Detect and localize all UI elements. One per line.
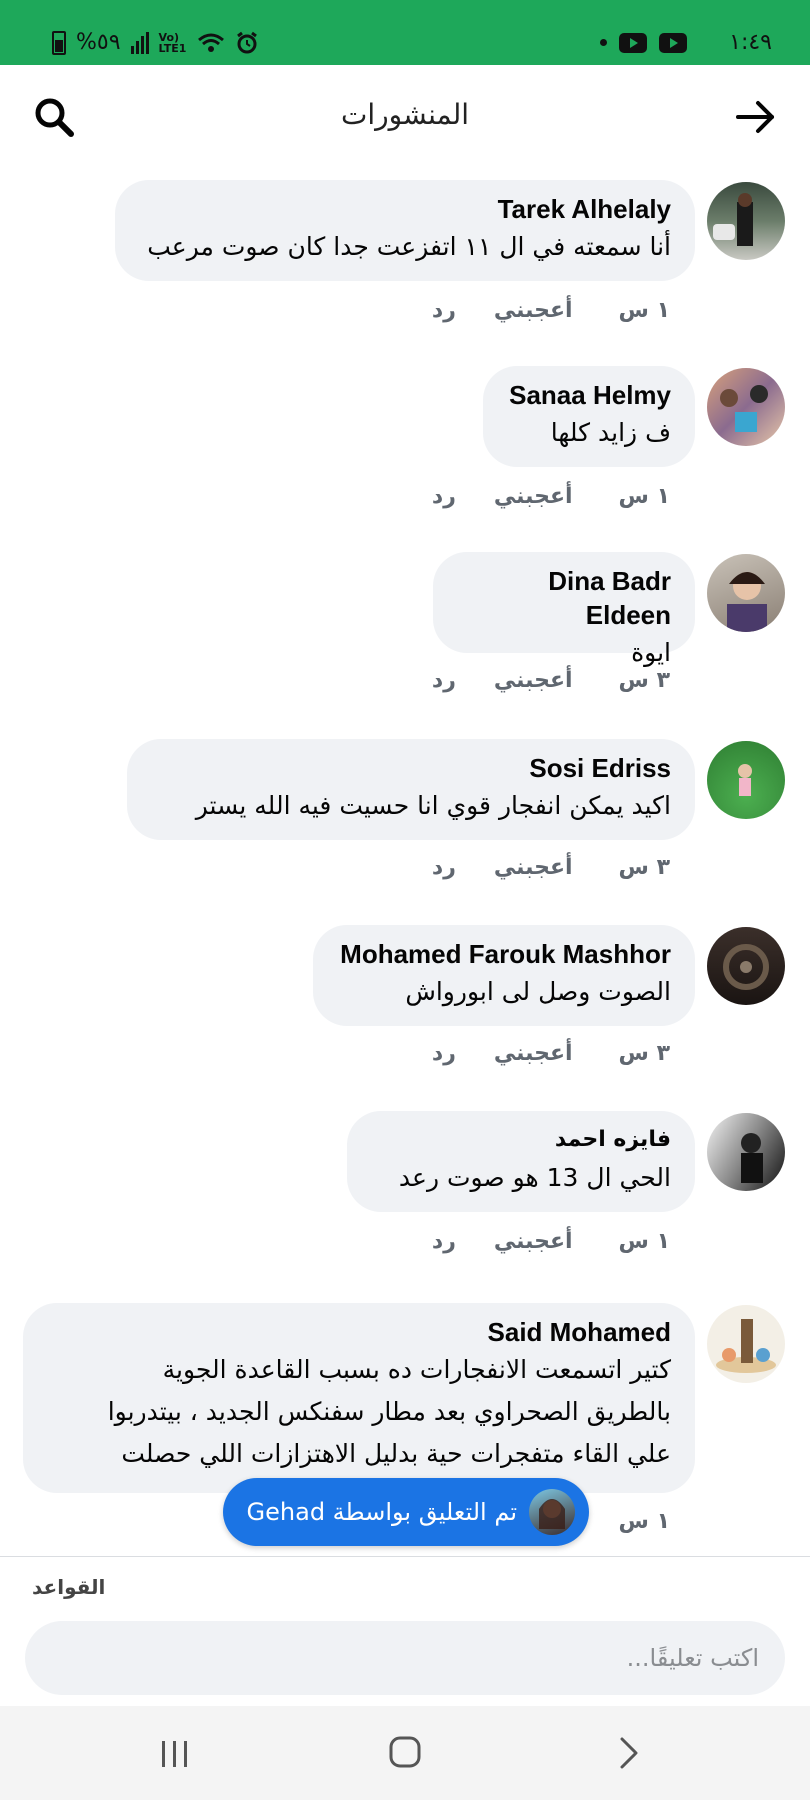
app-header: المنشورات bbox=[0, 65, 810, 170]
comment-bubble[interactable]: Said Mohamed كتير اتسمعت الانفجارات ده ب… bbox=[23, 1303, 695, 1493]
battery-level: %٥٩ bbox=[76, 30, 121, 55]
comment-bubble[interactable]: فايزه احمد الحي ال 13 هو صوت رعد bbox=[347, 1111, 695, 1212]
avatar[interactable] bbox=[707, 182, 785, 260]
comment-actions: ١ س أعجبني رد bbox=[432, 298, 670, 323]
like-button[interactable]: أعجبني bbox=[494, 484, 573, 509]
wifi-icon bbox=[197, 33, 224, 52]
battery-icon bbox=[52, 30, 66, 55]
avatar[interactable] bbox=[707, 1305, 785, 1383]
comment-time: ٣ س bbox=[618, 855, 670, 880]
comment-bubble[interactable]: Tarek Alhelaly أنا سمعته في ال ١١ اتفزعت… bbox=[115, 180, 695, 281]
like-button[interactable]: أعجبني bbox=[494, 1041, 573, 1066]
status-left: %٥٩ Vo) LTE1 bbox=[52, 30, 259, 55]
comment-author[interactable]: Dina Badr Eldeen bbox=[457, 564, 671, 632]
reply-button[interactable]: رد bbox=[432, 298, 456, 323]
notification-dot-icon bbox=[600, 39, 608, 46]
avatar[interactable] bbox=[707, 554, 785, 632]
comment-author[interactable]: Mohamed Farouk Mashhor bbox=[337, 937, 671, 971]
comment-time: ١ س bbox=[618, 1509, 670, 1534]
comment-text: ف زايد كلها bbox=[550, 418, 671, 447]
comment-text-line: علي القاء متفجرات حية بدليل الاهتزازات ا… bbox=[121, 1439, 671, 1468]
comment-actions: ١ س أعجبني رد bbox=[432, 484, 670, 509]
like-button[interactable]: أعجبني bbox=[494, 668, 573, 693]
comment-time: ٣ س bbox=[618, 668, 670, 693]
comment-time: ١ س bbox=[618, 1229, 670, 1254]
comment-actions: ٣ س أعجبني رد bbox=[432, 1041, 670, 1066]
reply-button[interactable]: رد bbox=[432, 1041, 456, 1066]
reply-button[interactable]: رد bbox=[432, 668, 456, 693]
arrow-right-icon[interactable] bbox=[734, 95, 778, 139]
comment-time: ٣ س bbox=[618, 1041, 670, 1066]
comment-text: أنا سمعته في ال ١١ اتفزعت جدا كان صوت مر… bbox=[147, 232, 671, 261]
home-icon[interactable] bbox=[380, 1731, 430, 1775]
signal-icon bbox=[130, 31, 149, 54]
youtube-icon bbox=[619, 32, 648, 53]
comment-author[interactable]: Tarek Alhelaly bbox=[139, 192, 671, 226]
comment-bubble[interactable]: Mohamed Farouk Mashhor الصوت وصل لى ابور… bbox=[313, 925, 695, 1026]
back-chevron-icon[interactable] bbox=[604, 1731, 654, 1775]
recents-icon[interactable] bbox=[150, 1731, 200, 1775]
clock: ١:٤٩ bbox=[729, 30, 772, 55]
comment-composer: القواعد bbox=[0, 1556, 810, 1707]
reply-button[interactable]: رد bbox=[432, 855, 456, 880]
comment-author[interactable]: Sanaa Helmy bbox=[507, 378, 671, 412]
toast-text: تم التعليق بواسطة Gehad bbox=[246, 1498, 517, 1526]
comment-author[interactable]: فايزه احمد bbox=[371, 1123, 671, 1157]
rules-link[interactable]: القواعد bbox=[32, 1575, 105, 1599]
reply-button[interactable]: رد bbox=[432, 484, 456, 509]
comment-time: ١ س bbox=[618, 298, 670, 323]
commented-by-toast[interactable]: تم التعليق بواسطة Gehad bbox=[223, 1478, 589, 1546]
status-right: ١:٤٩ bbox=[600, 30, 772, 55]
reply-button[interactable]: رد bbox=[432, 1229, 456, 1254]
page-title: المنشورات bbox=[340, 98, 470, 131]
comment-bubble[interactable]: Dina Badr Eldeen ايوة bbox=[433, 552, 695, 667]
status-bar: %٥٩ Vo) LTE1 ١:٤٩ bbox=[0, 0, 810, 65]
comment-text: الحي ال 13 هو صوت رعد bbox=[398, 1163, 671, 1192]
youtube-icon bbox=[659, 32, 688, 53]
comment-author[interactable]: Sosi Edriss bbox=[151, 751, 671, 785]
comment-actions: ٣ س أعجبني رد bbox=[432, 855, 670, 880]
comment-actions: ٣ س أعجبني رد bbox=[432, 668, 670, 693]
alarm-icon bbox=[236, 31, 257, 53]
avatar[interactable] bbox=[707, 1113, 785, 1191]
like-button[interactable]: أعجبني bbox=[494, 298, 573, 323]
like-button[interactable]: أعجبني bbox=[494, 1229, 573, 1254]
comment-text: اكيد يمكن انفجار قوي انا حسيت فيه الله ي… bbox=[195, 791, 671, 820]
avatar[interactable] bbox=[707, 927, 785, 1005]
comment-bubble[interactable]: Sanaa Helmy ف زايد كلها bbox=[483, 366, 695, 467]
system-nav-bar bbox=[0, 1706, 810, 1800]
comment-text: الصوت وصل لى ابورواش bbox=[405, 977, 671, 1006]
comment-time: ١ س bbox=[618, 484, 670, 509]
comment-bubble[interactable]: Sosi Edriss اكيد يمكن انفجار قوي انا حسي… bbox=[127, 739, 695, 840]
like-button[interactable]: أعجبني bbox=[494, 855, 573, 880]
avatar[interactable] bbox=[707, 741, 785, 819]
comment-author[interactable]: Said Mohamed bbox=[47, 1315, 671, 1349]
network-label: Vo) LTE1 bbox=[158, 30, 187, 55]
comment-actions: ١ س bbox=[611, 1509, 670, 1534]
avatar bbox=[529, 1489, 575, 1535]
comment-actions: ١ س أعجبني رد bbox=[432, 1229, 670, 1254]
comment-text-line: بالطريق الصحراوي بعد مطار سفنكس الجديد ،… bbox=[107, 1397, 671, 1426]
comment-input[interactable] bbox=[25, 1621, 785, 1695]
comment-text-line: كتير اتسمعت الانفجارات ده بسبب القاعدة ا… bbox=[162, 1355, 671, 1384]
avatar[interactable] bbox=[707, 368, 785, 446]
